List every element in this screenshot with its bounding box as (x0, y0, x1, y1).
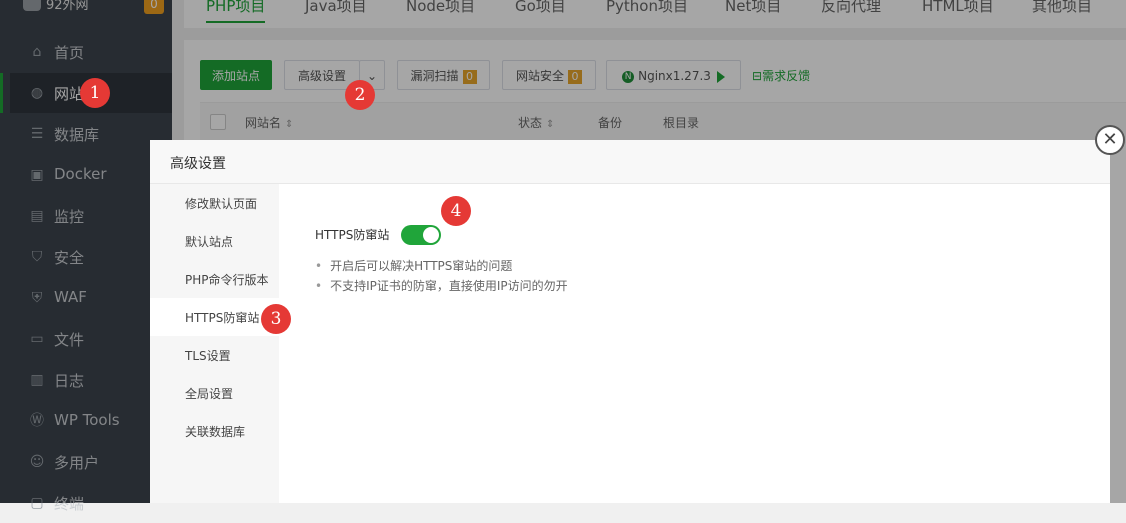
step-marker: 2 (345, 80, 375, 110)
dialog-content: HTTPS防窜站 开启后可以解决HTTPS窜站的问题 不支持IP证书的防窜，直接… (279, 184, 1110, 503)
dialog-menu: 修改默认页面 默认站点 PHP命令行版本 HTTPS防窜站 TLS设置 全局设置… (150, 184, 279, 503)
menu-item-label: 全局设置 (185, 387, 234, 401)
advanced-settings-dialog: 高级设置 修改默认页面 默认站点 PHP命令行版本 HTTPS防窜站 TLS设置… (150, 140, 1110, 503)
menu-item-global[interactable]: 全局设置 (150, 374, 279, 412)
tips-list: 开启后可以解决HTTPS窜站的问题 不支持IP证书的防窜，直接使用IP访问的勿开 (315, 256, 568, 296)
menu-item-label: 默认站点 (185, 235, 234, 249)
menu-item-label: 修改默认页面 (185, 197, 258, 211)
step-marker: 3 (261, 304, 291, 334)
https-anti-hijack-toggle[interactable] (401, 225, 441, 245)
menu-item-default-site[interactable]: 默认站点 (150, 222, 279, 260)
menu-item-label: HTTPS防窜站 (185, 311, 260, 325)
step-marker: 1 (80, 78, 110, 108)
step-marker: 4 (441, 196, 471, 226)
dialog-title-bar: 高级设置 (150, 140, 1110, 184)
menu-item-linked-db[interactable]: 关联数据库 (150, 412, 279, 450)
toggle-knob (423, 227, 439, 243)
tip-item: 开启后可以解决HTTPS窜站的问题 (315, 256, 568, 276)
menu-item-label: TLS设置 (185, 349, 231, 363)
https-anti-hijack-label: HTTPS防窜站 (315, 228, 390, 242)
menu-item-tls[interactable]: TLS设置 (150, 336, 279, 374)
menu-item-default-page[interactable]: 修改默认页面 (150, 184, 279, 222)
menu-item-label: 关联数据库 (185, 425, 246, 439)
tip-item: 不支持IP证书的防窜，直接使用IP访问的勿开 (315, 276, 568, 296)
menu-item-https-anti-hijack[interactable]: HTTPS防窜站 (150, 298, 279, 336)
menu-item-php-cli[interactable]: PHP命令行版本 (150, 260, 279, 298)
close-icon[interactable]: ✕ (1095, 125, 1125, 155)
dialog-title: 高级设置 (170, 156, 226, 172)
menu-item-label: PHP命令行版本 (185, 273, 269, 287)
